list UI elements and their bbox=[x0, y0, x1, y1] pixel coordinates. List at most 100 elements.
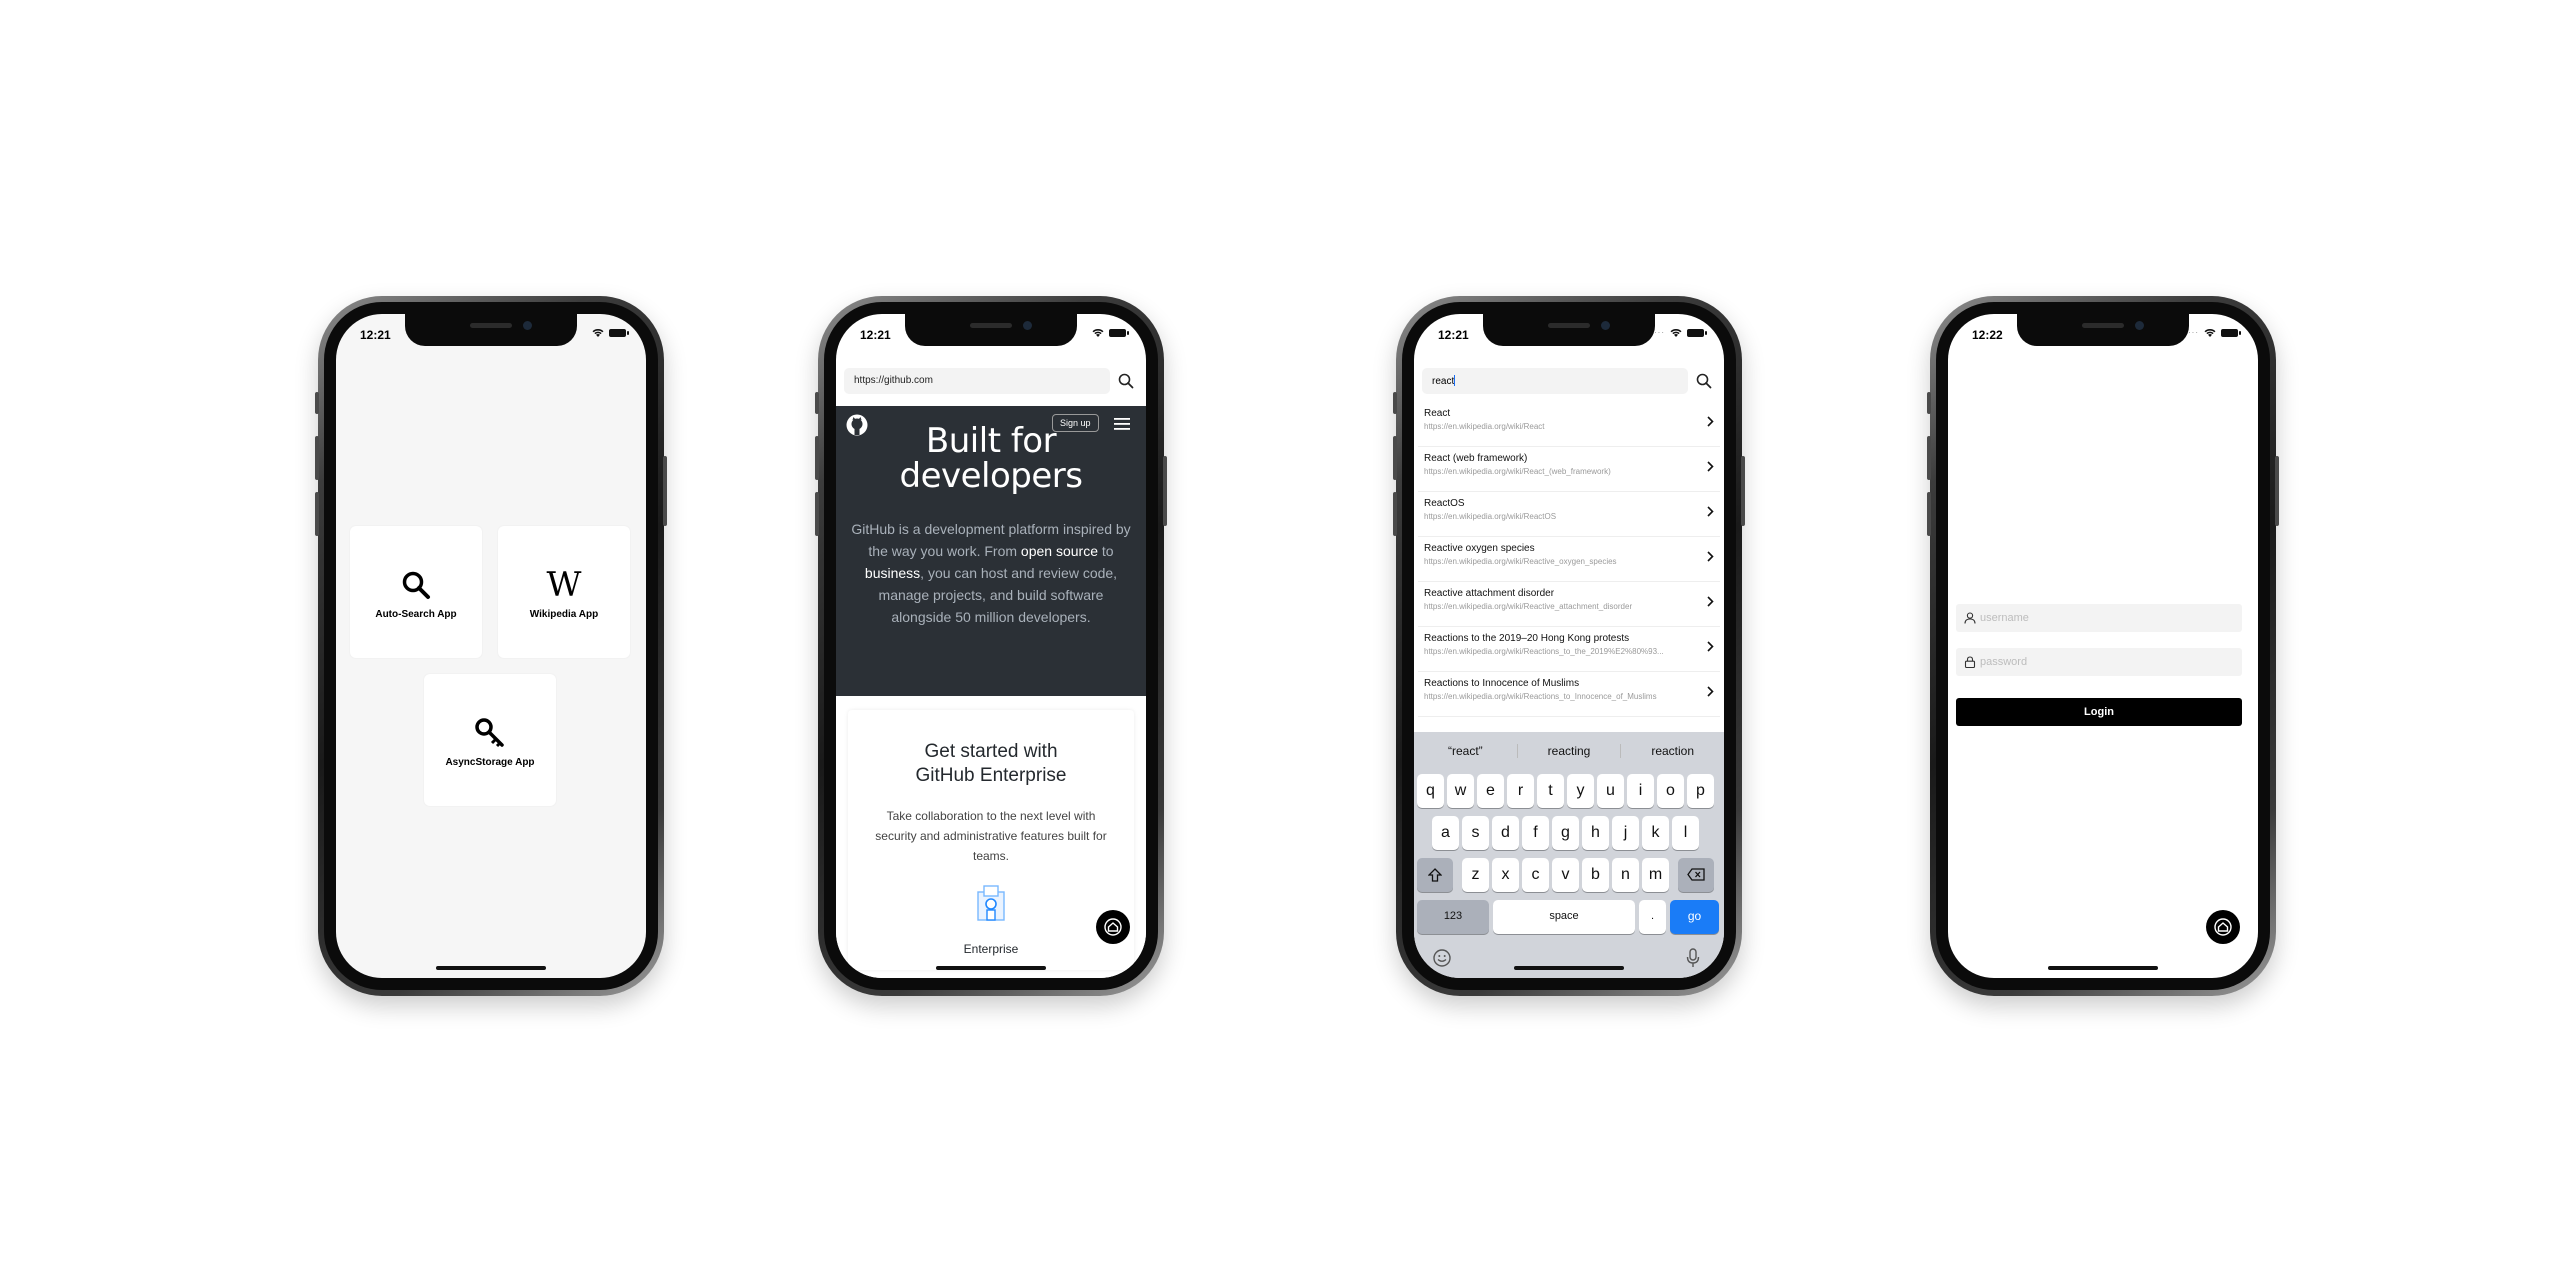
chevron-right-icon bbox=[1707, 686, 1714, 697]
battery-icon bbox=[609, 328, 629, 337]
wifi-icon bbox=[1092, 329, 1104, 337]
password-field[interactable] bbox=[1956, 648, 2242, 676]
github-hero-section: Sign up Built for developers GitHub is a… bbox=[836, 406, 1146, 696]
shift-key[interactable] bbox=[1417, 858, 1453, 892]
key-z[interactable]: z bbox=[1462, 858, 1489, 892]
result-url: https://en.wikipedia.org/wiki/React_(web… bbox=[1424, 467, 1611, 476]
wifi-icon bbox=[592, 329, 604, 337]
home-indicator[interactable] bbox=[1514, 966, 1624, 970]
hero-description: GitHub is a development platform inspire… bbox=[850, 518, 1132, 628]
list-item[interactable]: ReactOS https://en.wikipedia.org/wiki/Rea… bbox=[1418, 492, 1720, 537]
result-url: https://en.wikipedia.org/wiki/Reactions_… bbox=[1424, 647, 1664, 656]
numbers-key[interactable]: 123 bbox=[1417, 900, 1489, 934]
mute-switch bbox=[1393, 392, 1397, 414]
wiki-search-input[interactable]: react bbox=[1422, 368, 1688, 394]
period-key[interactable]: . bbox=[1639, 900, 1666, 934]
go-key[interactable]: go bbox=[1670, 900, 1719, 934]
key-x[interactable]: x bbox=[1492, 858, 1519, 892]
result-url: https://en.wikipedia.org/wiki/ReactOS bbox=[1424, 512, 1557, 521]
front-camera bbox=[1601, 321, 1610, 330]
text-caret bbox=[1454, 375, 1456, 386]
chevron-right-icon bbox=[1707, 461, 1714, 472]
business-link[interactable]: business bbox=[865, 565, 920, 581]
home-indicator[interactable] bbox=[436, 966, 546, 970]
list-item[interactable]: React (web framework) https://en.wikipedi… bbox=[1418, 447, 1720, 492]
key-p[interactable]: p bbox=[1687, 774, 1714, 808]
home-indicator[interactable] bbox=[936, 966, 1046, 970]
login-button[interactable]: Login bbox=[1956, 698, 2242, 726]
key-t[interactable]: t bbox=[1537, 774, 1564, 808]
app-card-wikipedia[interactable]: W Wikipedia App bbox=[498, 526, 630, 658]
hero-title-line: developers bbox=[899, 456, 1083, 496]
enterprise-card-text: Take collaboration to the next level wit… bbox=[875, 809, 1107, 863]
battery-icon bbox=[1687, 328, 1707, 337]
front-camera bbox=[523, 321, 532, 330]
username-input[interactable] bbox=[1980, 604, 2230, 632]
key-k[interactable]: k bbox=[1642, 816, 1669, 850]
home-indicator[interactable] bbox=[2048, 966, 2158, 970]
key-i[interactable]: i bbox=[1627, 774, 1654, 808]
microphone-icon[interactable] bbox=[1686, 948, 1700, 968]
app-card-label: Wikipedia App bbox=[529, 608, 599, 620]
key-c[interactable]: c bbox=[1522, 858, 1549, 892]
app-card-auto-search[interactable]: Auto-Search App bbox=[350, 526, 482, 658]
wifi-icon bbox=[1670, 329, 1682, 337]
result-title: Reactive attachment disorder bbox=[1424, 588, 1555, 599]
front-camera bbox=[2135, 321, 2144, 330]
backspace-key[interactable] bbox=[1678, 858, 1714, 892]
key-d[interactable]: d bbox=[1492, 816, 1519, 850]
key-w[interactable]: w bbox=[1447, 774, 1474, 808]
key-n[interactable]: n bbox=[1612, 858, 1639, 892]
search-icon[interactable] bbox=[1696, 373, 1712, 394]
key-o[interactable]: o bbox=[1657, 774, 1684, 808]
notch bbox=[1483, 314, 1655, 346]
chevron-right-icon bbox=[1707, 506, 1714, 517]
key-y[interactable]: y bbox=[1567, 774, 1594, 808]
key-j[interactable]: j bbox=[1612, 816, 1639, 850]
list-item[interactable]: Reactions to the 2019–20 Hong Kong prote… bbox=[1418, 627, 1720, 672]
keyboard-row-4: 123 space . go bbox=[1414, 900, 1724, 934]
key-e[interactable]: e bbox=[1477, 774, 1504, 808]
url-input[interactable]: https://github.com bbox=[844, 368, 1110, 394]
status-time: 12:21 bbox=[360, 328, 391, 342]
list-item[interactable]: Reactions to Innocence of Muslims https:/… bbox=[1418, 672, 1720, 717]
result-url: https://en.wikipedia.org/wiki/Reactive_o… bbox=[1424, 557, 1617, 566]
home-fab-button[interactable] bbox=[2206, 910, 2240, 944]
hero-title-line: Built for bbox=[925, 421, 1057, 461]
open-source-link[interactable]: open source bbox=[1021, 543, 1098, 559]
key-g[interactable]: g bbox=[1552, 816, 1579, 850]
volume-up-button bbox=[1393, 436, 1397, 480]
app-card-asyncstorage[interactable]: AsyncStorage App bbox=[424, 674, 556, 806]
key-h[interactable]: h bbox=[1582, 816, 1609, 850]
suggestion-item[interactable]: reaction bbox=[1621, 744, 1724, 758]
key-s[interactable]: s bbox=[1462, 816, 1489, 850]
key-a[interactable]: a bbox=[1432, 816, 1459, 850]
space-key[interactable]: space bbox=[1493, 900, 1635, 934]
phone-2: 12:21 https://github.com Sign up Built f… bbox=[815, 296, 1167, 996]
key-v[interactable]: v bbox=[1552, 858, 1579, 892]
suggestion-item[interactable]: “react” bbox=[1414, 744, 1518, 758]
list-item[interactable]: React https://en.wikipedia.org/wiki/React bbox=[1418, 402, 1720, 447]
list-item[interactable]: Reactive attachment disorder https://en.w… bbox=[1418, 582, 1720, 627]
list-item[interactable]: Reactive oxygen species https://en.wikipe… bbox=[1418, 537, 1720, 582]
search-icon bbox=[401, 565, 431, 605]
key-f[interactable]: f bbox=[1522, 816, 1549, 850]
password-input[interactable] bbox=[1980, 648, 2230, 676]
emoji-icon[interactable] bbox=[1432, 948, 1452, 968]
home-fab-button[interactable] bbox=[1096, 910, 1130, 944]
key-l[interactable]: l bbox=[1672, 816, 1699, 850]
phone-4: 12:22 ···· Login bbox=[1927, 296, 2279, 996]
phone-3: 12:21 ···· react React https://en.wikiped… bbox=[1393, 296, 1745, 996]
card-title-line: GitHub Enterprise bbox=[915, 765, 1067, 786]
key-m[interactable]: m bbox=[1642, 858, 1669, 892]
home-icon bbox=[1104, 918, 1122, 936]
key-r[interactable]: r bbox=[1507, 774, 1534, 808]
key-b[interactable]: b bbox=[1582, 858, 1609, 892]
username-field[interactable] bbox=[1956, 604, 2242, 632]
suggestion-item[interactable]: reacting bbox=[1518, 744, 1622, 758]
predictive-bar: “react” reacting reaction bbox=[1414, 732, 1724, 770]
key-q[interactable]: q bbox=[1417, 774, 1444, 808]
mute-switch bbox=[315, 392, 319, 414]
key-u[interactable]: u bbox=[1597, 774, 1624, 808]
search-icon[interactable] bbox=[1118, 373, 1134, 394]
